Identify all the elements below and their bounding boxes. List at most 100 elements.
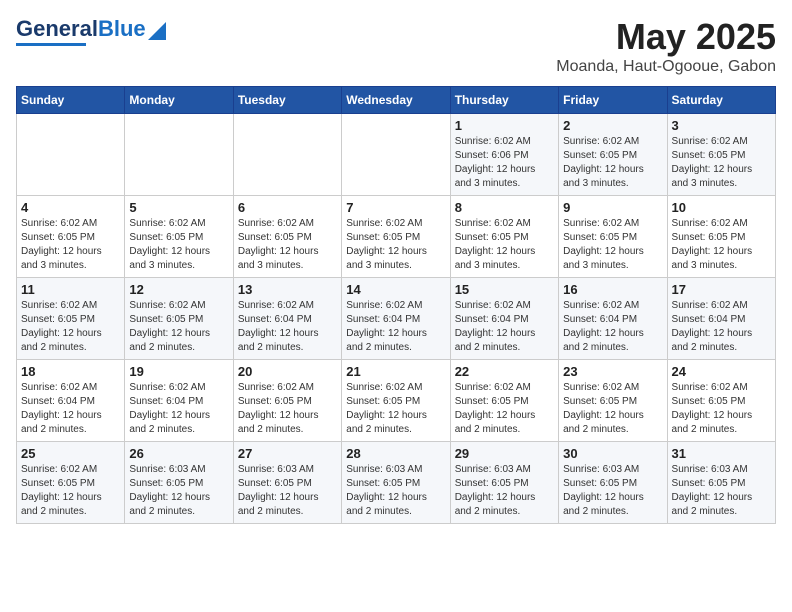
day-info: Sunrise: 6:02 AM Sunset: 6:04 PM Dayligh…	[563, 299, 662, 355]
calendar-week-row: 4Sunrise: 6:02 AM Sunset: 6:05 PM Daylig…	[17, 196, 776, 278]
day-number: 17	[672, 282, 771, 297]
calendar-day-cell: 28 Sunrise: 6:03 AM Sunset: 6:05 PM Dayli…	[342, 442, 450, 524]
day-info: Sunrise: 6:02 AM Sunset: 6:05 PM Dayligh…	[672, 381, 771, 437]
calendar-day-cell: 24Sunrise: 6:02 AM Sunset: 6:05 PM Dayli…	[667, 360, 775, 442]
day-number: 11	[21, 282, 120, 297]
day-number: 26	[129, 446, 228, 461]
day-info: Sunrise: 6:02 AM Sunset: 6:05 PM Dayligh…	[563, 381, 662, 437]
day-info: Sunrise: 6:02 AM Sunset: 6:05 PM Dayligh…	[563, 135, 662, 191]
calendar-day-cell: 23Sunrise: 6:02 AM Sunset: 6:05 PM Dayli…	[559, 360, 667, 442]
day-info: Sunrise: 6:02 AM Sunset: 6:05 PM Dayligh…	[238, 381, 337, 437]
day-of-week-header: Sunday	[17, 87, 125, 114]
calendar-day-cell: 6Sunrise: 6:02 AM Sunset: 6:05 PM Daylig…	[233, 196, 341, 278]
day-info: Sunrise: 6:02 AM Sunset: 6:05 PM Dayligh…	[455, 217, 554, 273]
day-info: Sunrise: 6:02 AM Sunset: 6:05 PM Dayligh…	[346, 217, 445, 273]
calendar-day-cell: 21 Sunrise: 6:02 AM Sunset: 6:05 PM Dayli…	[342, 360, 450, 442]
day-info: Sunrise: 6:02 AM Sunset: 6:05 PM Dayligh…	[238, 217, 337, 273]
title-block: May 2025 Moanda, Haut-Ogooue, Gabon	[556, 16, 776, 76]
calendar-day-cell: 16 Sunrise: 6:02 AM Sunset: 6:04 PM Dayli…	[559, 278, 667, 360]
day-info: Sunrise: 6:03 AM Sunset: 6:05 PM Dayligh…	[672, 463, 771, 519]
calendar-day-cell: 25 Sunrise: 6:02 AM Sunset: 6:05 PM Dayli…	[17, 442, 125, 524]
day-info: Sunrise: 6:02 AM Sunset: 6:04 PM Dayligh…	[129, 381, 228, 437]
calendar-day-cell: 14Sunrise: 6:02 AM Sunset: 6:04 PM Dayli…	[342, 278, 450, 360]
day-number: 3	[672, 118, 771, 133]
day-info: Sunrise: 6:02 AM Sunset: 6:04 PM Dayligh…	[21, 381, 120, 437]
calendar-day-cell: 26 Sunrise: 6:03 AM Sunset: 6:05 PM Dayli…	[125, 442, 233, 524]
day-info: Sunrise: 6:02 AM Sunset: 6:04 PM Dayligh…	[455, 299, 554, 355]
day-info: Sunrise: 6:02 AM Sunset: 6:05 PM Dayligh…	[346, 381, 445, 437]
calendar-day-cell: 8 Sunrise: 6:02 AM Sunset: 6:05 PM Daylig…	[450, 196, 558, 278]
calendar-day-cell: 11 Sunrise: 6:02 AM Sunset: 6:05 PM Dayli…	[17, 278, 125, 360]
calendar-day-cell: 1 Sunrise: 6:02 AM Sunset: 6:06 PM Daylig…	[450, 114, 558, 196]
calendar-week-row: 11 Sunrise: 6:02 AM Sunset: 6:05 PM Dayli…	[17, 278, 776, 360]
day-number: 15	[455, 282, 554, 297]
calendar-day-cell: 9Sunrise: 6:02 AM Sunset: 6:05 PM Daylig…	[559, 196, 667, 278]
logo: General Blue	[16, 16, 166, 46]
calendar-day-cell: 13Sunrise: 6:02 AM Sunset: 6:04 PM Dayli…	[233, 278, 341, 360]
month-title: May 2025	[556, 16, 776, 58]
day-number: 16	[563, 282, 662, 297]
calendar-day-cell: 17 Sunrise: 6:02 AM Sunset: 6:04 PM Dayli…	[667, 278, 775, 360]
calendar-day-cell: 22 Sunrise: 6:02 AM Sunset: 6:05 PM Dayli…	[450, 360, 558, 442]
calendar-day-cell: 30Sunrise: 6:03 AM Sunset: 6:05 PM Dayli…	[559, 442, 667, 524]
day-info: Sunrise: 6:03 AM Sunset: 6:05 PM Dayligh…	[346, 463, 445, 519]
calendar-header-row: SundayMondayTuesdayWednesdayThursdayFrid…	[17, 87, 776, 114]
day-number: 31	[672, 446, 771, 461]
calendar-day-cell: 18Sunrise: 6:02 AM Sunset: 6:04 PM Dayli…	[17, 360, 125, 442]
day-info: Sunrise: 6:02 AM Sunset: 6:05 PM Dayligh…	[129, 217, 228, 273]
day-info: Sunrise: 6:02 AM Sunset: 6:06 PM Dayligh…	[455, 135, 554, 191]
calendar-day-cell: 15 Sunrise: 6:02 AM Sunset: 6:04 PM Dayli…	[450, 278, 558, 360]
day-info: Sunrise: 6:02 AM Sunset: 6:05 PM Dayligh…	[672, 135, 771, 191]
day-number: 5	[129, 200, 228, 215]
day-info: Sunrise: 6:02 AM Sunset: 6:05 PM Dayligh…	[21, 463, 120, 519]
calendar-day-cell: 3 Sunrise: 6:02 AM Sunset: 6:05 PM Daylig…	[667, 114, 775, 196]
day-number: 27	[238, 446, 337, 461]
calendar-table: SundayMondayTuesdayWednesdayThursdayFrid…	[16, 86, 776, 524]
calendar-day-cell: 20Sunrise: 6:02 AM Sunset: 6:05 PM Dayli…	[233, 360, 341, 442]
calendar-day-cell	[233, 114, 341, 196]
day-info: Sunrise: 6:03 AM Sunset: 6:05 PM Dayligh…	[238, 463, 337, 519]
day-number: 29	[455, 446, 554, 461]
day-number: 14	[346, 282, 445, 297]
logo-blue: Blue	[98, 16, 146, 42]
day-number: 21	[346, 364, 445, 379]
day-number: 19	[129, 364, 228, 379]
calendar-day-cell: 12Sunrise: 6:02 AM Sunset: 6:05 PM Dayli…	[125, 278, 233, 360]
day-info: Sunrise: 6:02 AM Sunset: 6:05 PM Dayligh…	[21, 217, 120, 273]
page-header: General Blue May 2025 Moanda, Haut-Ogoou…	[16, 16, 776, 76]
day-number: 10	[672, 200, 771, 215]
day-number: 22	[455, 364, 554, 379]
day-number: 9	[563, 200, 662, 215]
calendar-day-cell: 2Sunrise: 6:02 AM Sunset: 6:05 PM Daylig…	[559, 114, 667, 196]
day-of-week-header: Saturday	[667, 87, 775, 114]
day-number: 8	[455, 200, 554, 215]
day-info: Sunrise: 6:03 AM Sunset: 6:05 PM Dayligh…	[455, 463, 554, 519]
calendar-day-cell	[342, 114, 450, 196]
calendar-day-cell	[17, 114, 125, 196]
day-of-week-header: Friday	[559, 87, 667, 114]
calendar-day-cell: 4Sunrise: 6:02 AM Sunset: 6:05 PM Daylig…	[17, 196, 125, 278]
day-number: 13	[238, 282, 337, 297]
calendar-week-row: 18Sunrise: 6:02 AM Sunset: 6:04 PM Dayli…	[17, 360, 776, 442]
calendar-day-cell: 27 Sunrise: 6:03 AM Sunset: 6:05 PM Dayli…	[233, 442, 341, 524]
logo-general: General	[16, 16, 98, 42]
day-number: 12	[129, 282, 228, 297]
day-info: Sunrise: 6:02 AM Sunset: 6:05 PM Dayligh…	[21, 299, 120, 355]
day-of-week-header: Wednesday	[342, 87, 450, 114]
location: Moanda, Haut-Ogooue, Gabon	[556, 58, 776, 76]
day-info: Sunrise: 6:02 AM Sunset: 6:05 PM Dayligh…	[455, 381, 554, 437]
day-info: Sunrise: 6:02 AM Sunset: 6:04 PM Dayligh…	[672, 299, 771, 355]
calendar-day-cell	[125, 114, 233, 196]
logo-underline	[16, 43, 86, 46]
calendar-day-cell: 19 Sunrise: 6:02 AM Sunset: 6:04 PM Dayli…	[125, 360, 233, 442]
day-number: 7	[346, 200, 445, 215]
calendar-day-cell: 31 Sunrise: 6:03 AM Sunset: 6:05 PM Dayli…	[667, 442, 775, 524]
logo-icon	[148, 22, 166, 40]
day-info: Sunrise: 6:03 AM Sunset: 6:05 PM Dayligh…	[129, 463, 228, 519]
calendar-week-row: 25 Sunrise: 6:02 AM Sunset: 6:05 PM Dayli…	[17, 442, 776, 524]
day-number: 1	[455, 118, 554, 133]
day-number: 28	[346, 446, 445, 461]
day-of-week-header: Thursday	[450, 87, 558, 114]
calendar-day-cell: 10Sunrise: 6:02 AM Sunset: 6:05 PM Dayli…	[667, 196, 775, 278]
day-number: 25	[21, 446, 120, 461]
